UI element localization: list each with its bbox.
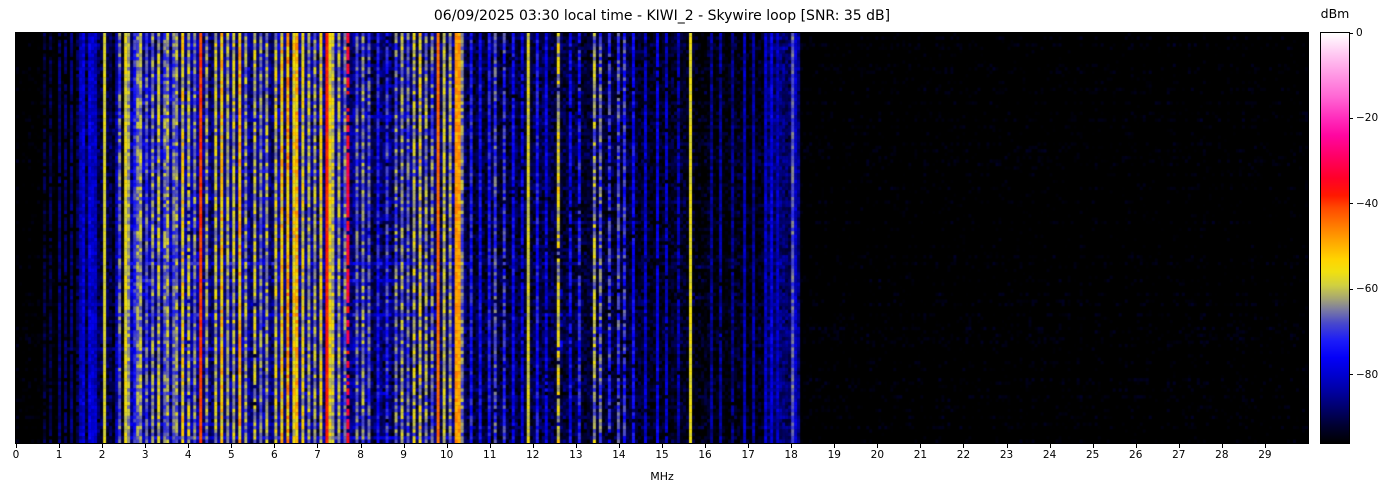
x-tick-label: 22 (956, 449, 971, 461)
x-tick-label: 27 (1172, 449, 1186, 461)
x-tick-label: 2 (98, 449, 106, 461)
x-tick-label: 16 (698, 449, 712, 461)
x-tick (748, 444, 750, 448)
x-tick (446, 444, 448, 448)
x-tick-label: 15 (655, 449, 669, 461)
x-tick-label: 6 (271, 449, 278, 461)
x-tick-label: 14 (612, 449, 626, 461)
x-tick (102, 444, 104, 448)
x-tick (705, 444, 707, 448)
x-tick (489, 444, 491, 448)
colorbar-tick-label: −60 (1356, 283, 1379, 296)
x-tick (1264, 444, 1266, 448)
x-tick-label: 0 (12, 449, 20, 461)
x-tick-label: 18 (784, 449, 798, 461)
x-tick (1092, 444, 1094, 448)
x-tick-label: 17 (741, 449, 755, 461)
x-tick-label: 11 (483, 449, 497, 461)
x-tick (360, 444, 362, 448)
x-tick (877, 444, 879, 448)
colorbar-tick (1349, 32, 1353, 34)
colorbar-tick (1349, 203, 1353, 205)
x-tick (274, 444, 276, 448)
colorbar-tick (1349, 288, 1353, 290)
x-tick-label: 13 (569, 449, 583, 461)
x-tick-label: 5 (227, 449, 235, 461)
colorbar-gradient (1321, 33, 1349, 443)
x-tick-label: 7 (314, 449, 321, 461)
x-tick-label: 25 (1085, 449, 1100, 461)
plot-title: 06/09/2025 03:30 local time - KIWI_2 - S… (433, 8, 891, 24)
x-tick-label: 8 (357, 449, 364, 461)
colorbar-tick-label: −20 (1356, 112, 1379, 125)
x-tick-label: 23 (999, 449, 1014, 461)
colorbar-tick-label: 0 (1356, 27, 1363, 39)
x-tick (145, 444, 147, 448)
colorbar-tick (1349, 117, 1353, 119)
x-tick (575, 444, 577, 448)
x-tick-label: 28 (1215, 449, 1229, 461)
spectrogram-figure: 06/09/2025 03:30 local time - KIWI_2 - S… (0, 0, 1400, 500)
x-tick (963, 444, 965, 448)
x-tick (662, 444, 663, 448)
x-tick-label: 19 (827, 449, 841, 461)
x-tick (791, 444, 793, 448)
x-tick-label: 26 (1129, 449, 1143, 461)
x-tick (59, 444, 61, 448)
x-tick-label: 1 (55, 449, 63, 461)
x-tick (1049, 444, 1051, 448)
waterfall-canvas (16, 33, 1308, 443)
x-tick-label: 4 (184, 449, 192, 461)
x-tick (1178, 444, 1180, 448)
x-tick-label: 24 (1042, 449, 1057, 461)
x-tick (188, 444, 190, 448)
x-tick-label: 12 (526, 449, 540, 461)
x-tick (403, 444, 405, 448)
x-tick-label: 29 (1258, 449, 1272, 461)
colorbar-tick-label: −80 (1356, 368, 1379, 381)
x-tick (920, 444, 922, 448)
x-tick (834, 444, 836, 448)
x-tick-label: 10 (439, 449, 454, 461)
waterfall-plot-area (15, 32, 1309, 444)
x-axis-label: MHz (650, 470, 674, 483)
x-tick-label: 3 (141, 449, 149, 461)
x-tick (1221, 444, 1223, 448)
x-tick (532, 444, 534, 448)
colorbar-label: dBm (1320, 6, 1350, 21)
x-tick (1006, 444, 1008, 448)
x-tick (16, 444, 17, 448)
x-tick-label: 20 (870, 449, 885, 461)
colorbar (1320, 32, 1350, 444)
x-tick (618, 444, 620, 448)
x-tick-label: 9 (400, 449, 407, 461)
x-tick (1135, 444, 1137, 448)
x-tick-label: 21 (913, 449, 928, 461)
x-tick (317, 444, 319, 448)
x-tick (231, 444, 233, 448)
colorbar-tick-label: −40 (1356, 197, 1379, 210)
colorbar-tick (1349, 374, 1353, 376)
